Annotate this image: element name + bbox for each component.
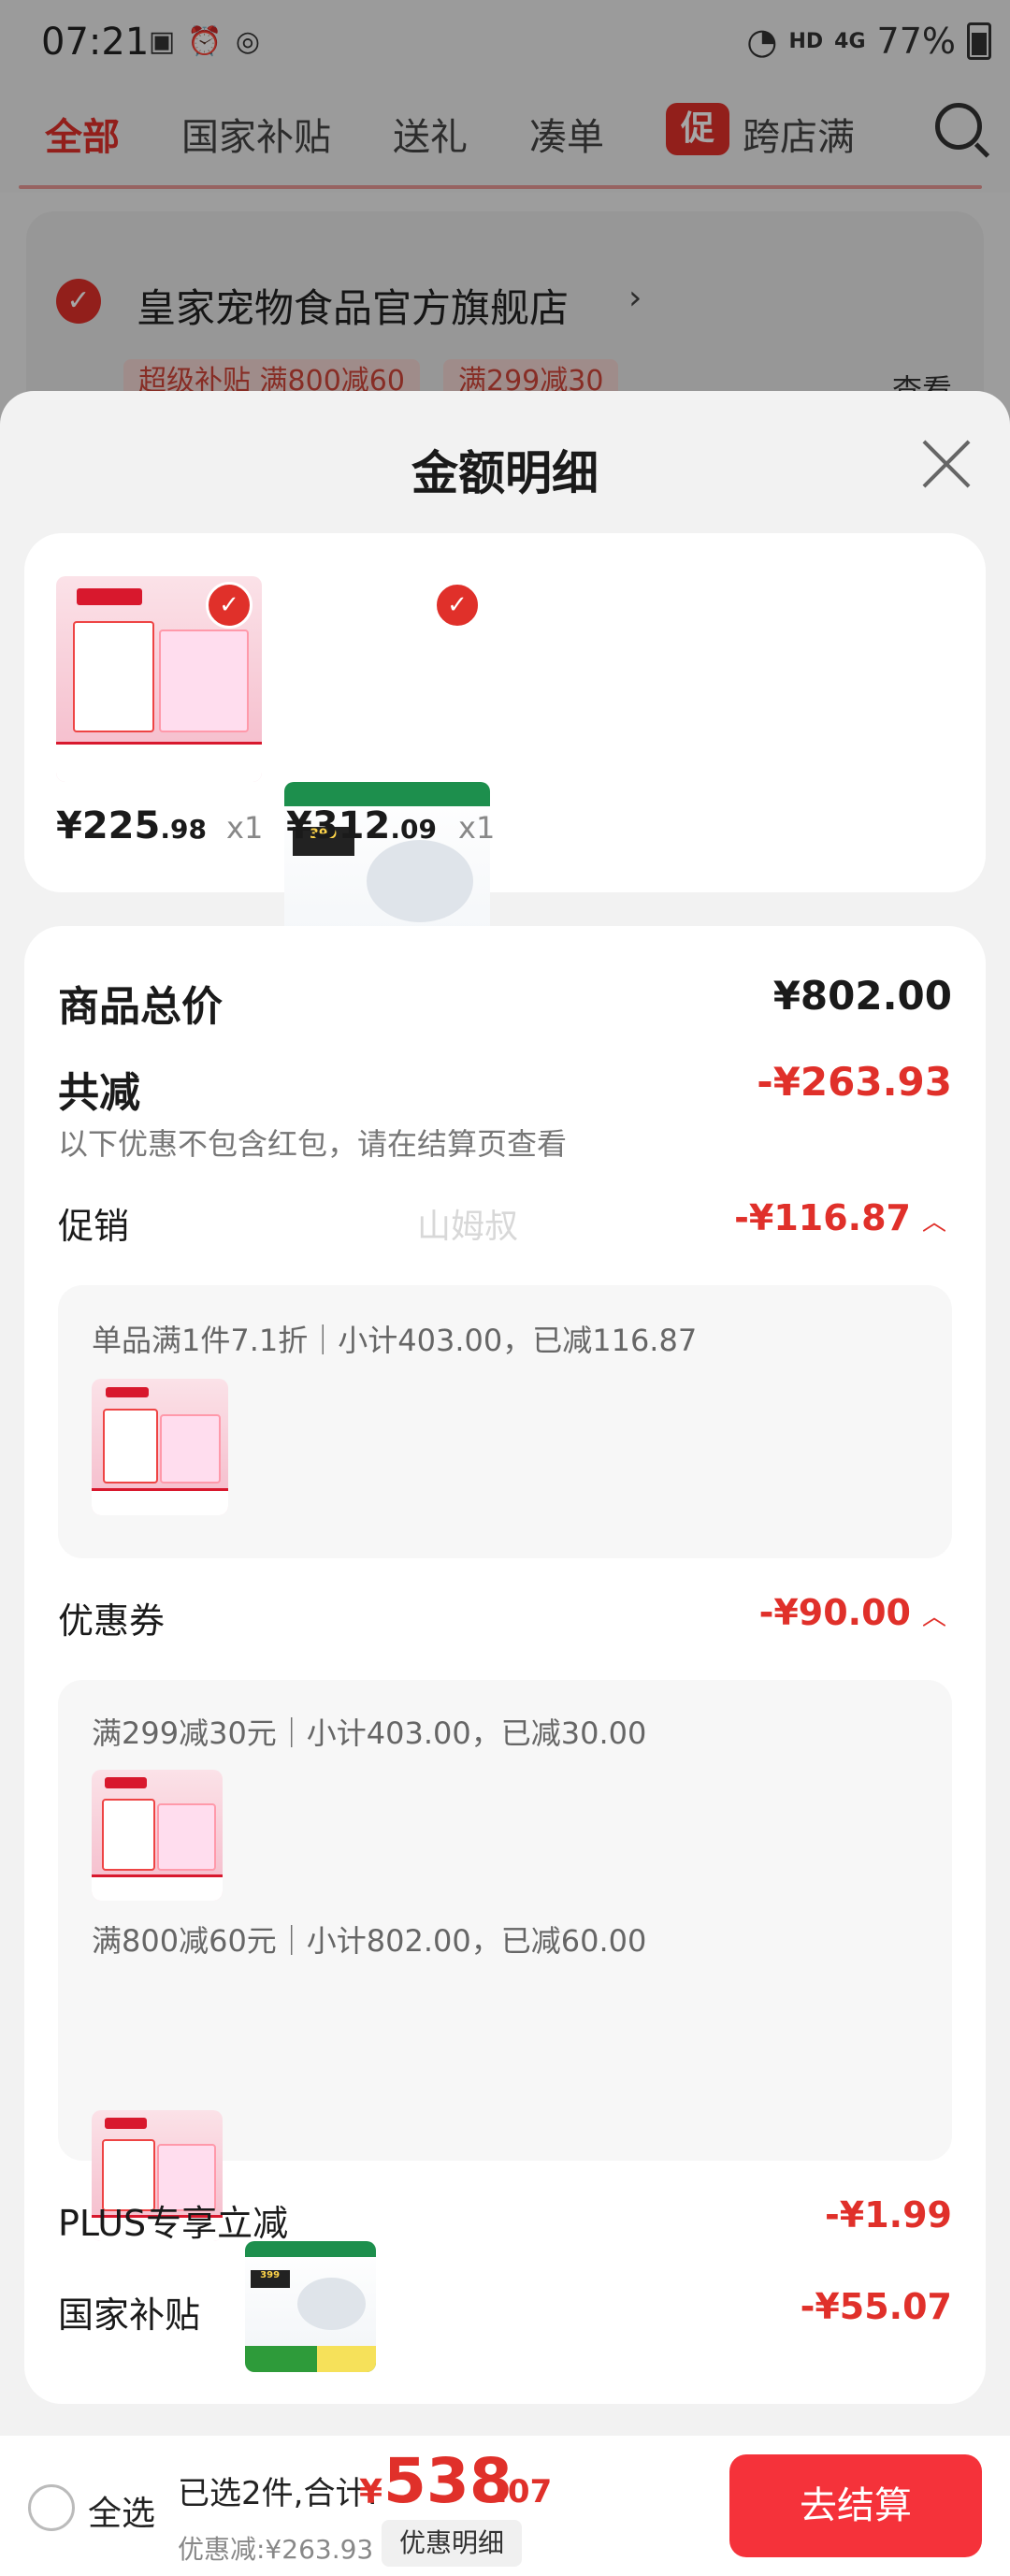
- product-price: ¥312.09: [286, 804, 437, 847]
- price-int: ¥312: [286, 804, 391, 847]
- check-icon[interactable]: ✓: [434, 582, 481, 629]
- price-int: ¥225: [56, 804, 161, 847]
- check-icon[interactable]: ✓: [206, 582, 252, 629]
- subsidy-label: 国家补贴: [58, 2294, 201, 2336]
- sheet-title: 金额明细: [411, 446, 599, 500]
- reduce-note: 以下优惠不包含红包，请在结算页查看: [58, 1126, 568, 1162]
- product-thumbnail: [92, 1379, 228, 1515]
- price-dec: .09: [390, 814, 437, 845]
- discount-text: 优惠减:¥263.93: [178, 2534, 374, 2565]
- promotion-label[interactable]: 促销: [58, 1197, 129, 1249]
- coupon-line: 满800减60元｜小计802.00，已减60.00: [92, 1923, 647, 1959]
- plus-label: PLUS专享立减: [58, 2203, 289, 2244]
- total-amount: ¥802.00: [772, 973, 952, 1019]
- product-qty: x1: [226, 810, 264, 846]
- product-thumbnail: [92, 1770, 223, 1901]
- currency-symbol: ¥: [359, 2473, 383, 2511]
- price-detail-card: 商品总价 ¥802.00 共减 -¥263.93 以下优惠不包含红包，请在结算页…: [24, 926, 986, 2404]
- watermark: 山姆叔: [417, 1208, 519, 1246]
- chevron-up-icon[interactable]: ︿: [922, 1203, 946, 1237]
- coupon-line: 满299减30元｜小计403.00，已减30.00: [92, 1715, 647, 1751]
- selected-summary: 已选2件,合计:: [178, 2475, 378, 2512]
- thumb-price: 399: [250, 2269, 290, 2289]
- total-price-int: 538: [383, 2445, 512, 2517]
- promotion-panel: 单品满1件7.1折｜小计403.00，已减116.87: [58, 1285, 952, 1558]
- promotion-detail: 单品满1件7.1折｜小计403.00，已减116.87: [92, 1323, 698, 1358]
- select-all-label[interactable]: 全选: [88, 2486, 155, 2535]
- total-label: 商品总价: [58, 983, 223, 1031]
- coupon-panel: 满299减30元｜小计403.00，已减30.00 满800减60元｜小计802…: [58, 1680, 952, 2372]
- total-price-dec: .07: [496, 2473, 553, 2511]
- checkout-bar: 全选 已选2件,合计: ¥ 538 .07 优惠减:¥263.93 优惠明细 去…: [0, 2436, 1010, 2576]
- reduce-label: 共减: [58, 1069, 140, 1117]
- product-qty: x1: [458, 810, 496, 846]
- amount-detail-sheet: 金额明细 ✓ 399 ✓ ¥225.98 x1 ¥312.09 x1 商品总价 …: [0, 391, 1010, 2576]
- discount-detail-button[interactable]: 优惠明细: [382, 2520, 522, 2567]
- checkout-button[interactable]: 去结算: [729, 2454, 982, 2557]
- product-price: ¥225.98: [56, 804, 207, 847]
- subsidy-amount: -¥55.07: [800, 2286, 952, 2327]
- coupon-amount[interactable]: -¥90.00: [759, 1592, 911, 1633]
- close-icon[interactable]: [918, 436, 974, 492]
- chevron-up-icon[interactable]: ︿: [922, 1598, 946, 1632]
- product-summary-card: ✓ 399 ✓ ¥225.98 x1 ¥312.09 x1: [24, 533, 986, 988]
- reduce-amount: -¥263.93: [757, 1059, 952, 1105]
- price-dec: .98: [160, 814, 207, 845]
- coupon-label[interactable]: 优惠券: [58, 1592, 165, 1643]
- product-thumbnail: 399: [245, 2241, 376, 2372]
- select-all-radio[interactable]: [28, 2484, 75, 2531]
- promotion-amount[interactable]: -¥116.87: [734, 1197, 911, 1238]
- plus-amount: -¥1.99: [825, 2194, 952, 2236]
